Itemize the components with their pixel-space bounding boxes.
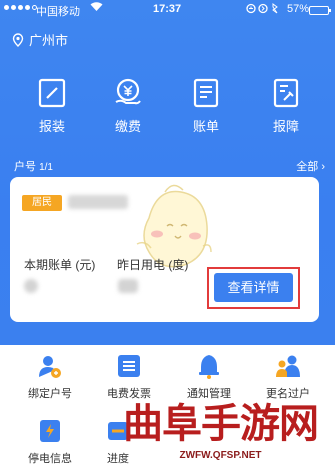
action-label: 报障 (272, 119, 299, 134)
action-bill[interactable]: 账单 (176, 78, 236, 135)
yen-coin-icon (115, 78, 141, 105)
service-label: 通知管理 (187, 388, 231, 400)
action-label: 报装 (38, 119, 65, 134)
signal-dots-icon (4, 5, 37, 10)
edit-doc-icon (38, 78, 66, 108)
user-bind-icon (39, 356, 61, 378)
service-notifications[interactable]: 通知管理 (169, 353, 249, 401)
bill-icon (193, 78, 219, 108)
carrier-label: 中国移动 (36, 6, 80, 18)
account-label: 户号 (14, 161, 36, 173)
action-install[interactable]: 报装 (22, 78, 82, 135)
action-pay[interactable]: 缴费 (98, 78, 158, 135)
account-number-redacted (68, 195, 128, 209)
location-pin-icon (12, 32, 24, 47)
resident-tag: 居民 (22, 195, 62, 211)
service-transfer[interactable]: 更名过户 (248, 353, 328, 401)
system-status-icons (246, 3, 280, 17)
service-bind-account[interactable]: 绑定户号 (10, 353, 90, 401)
battery-percentage: 57% (287, 3, 310, 15)
repair-doc-icon (273, 78, 299, 108)
service-invoice[interactable]: 电费发票 (89, 353, 169, 401)
service-label: 绑定户号 (28, 388, 72, 400)
bell-icon (199, 355, 219, 379)
action-label: 账单 (192, 119, 219, 134)
watermark-url: ZWFW.QFSP.NET (179, 450, 262, 461)
site-watermark: 曲阜手游网 ZWFW.QFSP.NET (108, 400, 333, 469)
view-details-button[interactable]: 查看详情 (214, 273, 293, 302)
location-selector[interactable]: 广州市 (12, 30, 68, 49)
service-label: 电费发票 (107, 388, 151, 400)
account-page: 1/1 (39, 162, 53, 173)
service-label: 更名过户 (266, 388, 310, 400)
battery-icon (309, 6, 331, 15)
account-header: 户号 1/1 全部 › (14, 158, 325, 174)
wifi-icon (90, 1, 103, 15)
users-transfer-icon (276, 355, 300, 377)
invoice-icon (118, 355, 140, 377)
status-bar: 中国移动 17:37 57% (0, 0, 335, 20)
yesterday-usage-label: 昨日用电 (度) (117, 258, 189, 272)
clock: 17:37 (153, 3, 182, 15)
bill-value-redacted (24, 279, 38, 293)
power-outage-icon (40, 420, 60, 442)
city-label: 广州市 (29, 33, 69, 48)
service-label: 停电信息 (28, 453, 72, 465)
watermark-title: 曲阜手游网 (123, 400, 319, 447)
account-card[interactable]: 居民 本期账单 (元) 昨日用电 (度) 查看详情 (10, 177, 319, 322)
action-label: 缴费 (114, 119, 141, 134)
usage-value-redacted (118, 279, 138, 293)
quick-actions: 报装 缴费 账单 报障 (0, 78, 335, 138)
all-accounts-link[interactable]: 全部 › (296, 158, 325, 174)
action-report-fault[interactable]: 报障 (256, 78, 316, 135)
current-bill-label: 本期账单 (元) (24, 258, 96, 272)
